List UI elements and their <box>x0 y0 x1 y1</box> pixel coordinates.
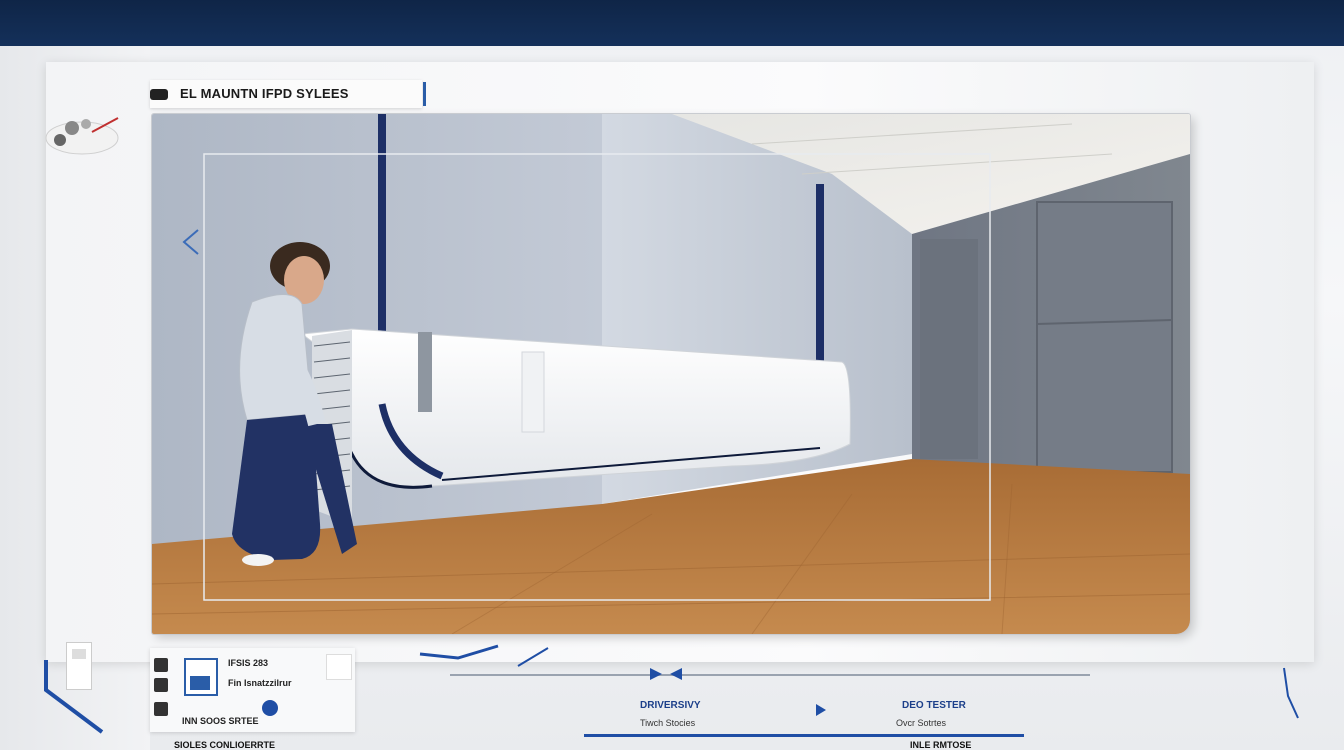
tool-icon[interactable] <box>154 678 168 692</box>
forward-arrow-icon[interactable] <box>650 668 662 680</box>
tick-decoration <box>1280 666 1302 722</box>
center-subtitle: Tiwch Stocies <box>640 718 696 728</box>
dot-icon[interactable] <box>262 700 278 716</box>
bottom-left-panel: IFSIS 283 Fin Isnatzzilrur INN SOOS SRTE… <box>150 648 355 732</box>
info-line-2: Fin Isnatzzilrur <box>228 678 292 688</box>
tool-icon[interactable] <box>154 658 168 672</box>
window-titlebar: EL MAUNTN IFPD SYLEES <box>150 80 426 108</box>
footer-text-right: INLE RMTOSE <box>910 740 972 750</box>
camera-icon[interactable] <box>150 89 168 100</box>
info-line-1: IFSIS 283 <box>228 658 269 668</box>
right-subtitle: Ovcr Sotrtes <box>896 718 947 728</box>
bottom-toolbar: IFSIS 283 Fin Isnatzzilrur INN SOOS SRTE… <box>150 644 1300 738</box>
small-button[interactable] <box>326 654 352 680</box>
remote-icon[interactable] <box>66 642 92 690</box>
back-arrow-icon[interactable] <box>670 668 682 680</box>
timeline-track[interactable] <box>450 674 1090 676</box>
document-icon[interactable] <box>184 658 218 696</box>
center-title: DRIVERSIVY <box>640 700 701 711</box>
top-bar <box>0 0 1344 46</box>
logo-icon <box>42 112 122 160</box>
window-title: EL MAUNTN IFPD SYLEES <box>180 86 349 101</box>
footer-text-left: SIOLES CONLIOERRTE <box>174 740 276 750</box>
right-title: DEO TESTER <box>902 700 966 711</box>
next-arrow-icon[interactable] <box>816 704 826 716</box>
tool-icon[interactable] <box>154 702 168 716</box>
waveform-decoration <box>419 644 549 667</box>
prev-arrow-icon[interactable] <box>180 228 200 256</box>
title-accent <box>423 82 426 106</box>
scene-viewport[interactable] <box>152 114 1190 634</box>
info-line-3: INN SOOS SRTEE <box>182 716 259 726</box>
footer-strip: SIOLES CONLIOERRTE INLE RMTOSE <box>150 740 1150 750</box>
progress-bar <box>584 734 1024 737</box>
